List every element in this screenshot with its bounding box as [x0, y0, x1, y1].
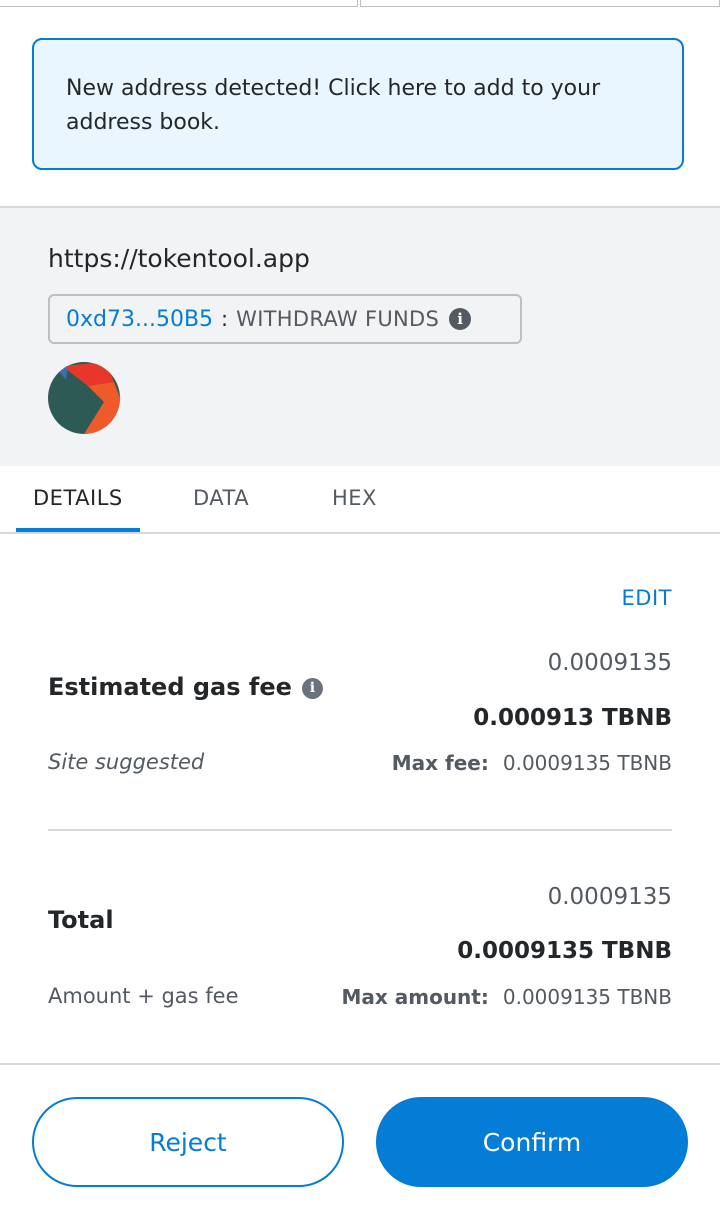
total-label: Total	[48, 906, 114, 934]
max-amount-row: Max amount: 0.0009135 TBNB	[341, 985, 672, 1009]
contract-address-link[interactable]: 0xd73...50B5	[66, 307, 213, 332]
origin-panel: https://tokentool.app 0xd73...50B5 : WIT…	[0, 208, 720, 466]
footer-divider	[0, 1063, 720, 1065]
account-identicon	[48, 362, 120, 434]
tab-details[interactable]: DETAILS	[33, 486, 123, 510]
top-strip-cell-right	[360, 0, 720, 7]
top-strip-cell-left	[0, 0, 358, 7]
edit-gas-button[interactable]: EDIT	[622, 586, 672, 610]
tab-hex[interactable]: HEX	[332, 486, 377, 510]
new-address-banner-text: New address detected! Click here to add …	[66, 76, 601, 135]
active-tab-indicator	[16, 528, 140, 532]
method-name: WITHDRAW FUNDS	[236, 307, 440, 331]
total-primary-value: 0.0009135 TBNB	[457, 938, 672, 964]
contract-method-pill: 0xd73...50B5 : WITHDRAW FUNDS i	[48, 294, 522, 344]
details-divider	[48, 829, 672, 831]
max-amount-value: 0.0009135 TBNB	[502, 985, 672, 1009]
gas-fee-primary-value: 0.000913 TBNB	[473, 705, 672, 731]
gas-fee-label: Estimated gas fee	[48, 673, 292, 701]
gas-fee-info-icon[interactable]: i	[301, 677, 323, 699]
max-fee-row: Max fee: 0.0009135 TBNB	[392, 751, 672, 775]
max-fee-label: Max fee:	[391, 751, 489, 775]
site-origin: https://tokentool.app	[48, 244, 310, 273]
confirm-button[interactable]: Confirm	[376, 1097, 688, 1187]
gas-fee-secondary-value: 0.0009135	[547, 650, 672, 676]
total-subtext: Amount + gas fee	[48, 984, 239, 1008]
gas-fee-label-row: Estimated gas fee i	[48, 673, 323, 701]
max-amount-label: Max amount:	[341, 985, 489, 1009]
gas-fee-subtext: Site suggested	[48, 750, 205, 774]
info-icon[interactable]: i	[449, 308, 472, 330]
method-separator: :	[221, 307, 229, 331]
new-address-banner[interactable]: New address detected! Click here to add …	[32, 38, 684, 170]
reject-button[interactable]: Reject	[32, 1097, 344, 1187]
max-fee-value: 0.0009135 TBNB	[502, 751, 672, 775]
top-tab-strip	[0, 0, 720, 8]
tab-bar: DETAILS DATA HEX	[0, 466, 720, 534]
total-secondary-value: 0.0009135	[547, 884, 672, 910]
tab-data[interactable]: DATA	[193, 486, 249, 510]
